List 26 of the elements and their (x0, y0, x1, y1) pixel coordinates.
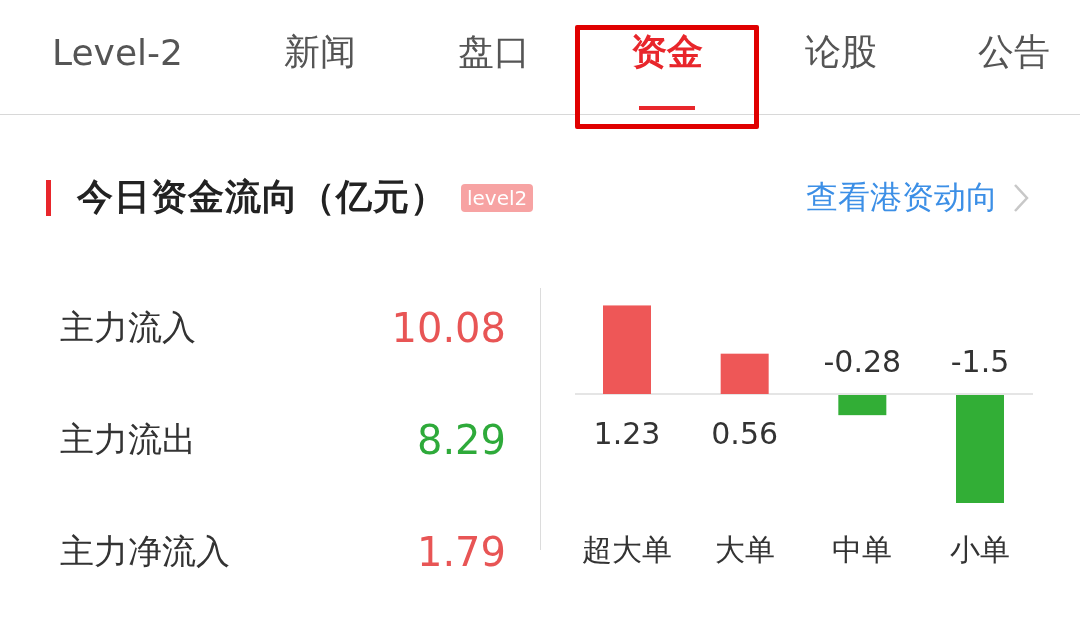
bar-value: -1.5 (950, 344, 1010, 379)
tab[interactable]: Level-2 (46, 31, 189, 73)
level-badge: level2 (461, 183, 534, 212)
accent-bar (46, 179, 51, 216)
tab-indicator (639, 106, 696, 110)
flow-value: 8.29 (416, 417, 506, 463)
tab[interactable]: 公告 (971, 27, 1056, 77)
tab[interactable]: 资金 (625, 27, 710, 77)
category-label: 超大单 (582, 532, 672, 564)
flow-label: 主力流入 (60, 306, 196, 349)
category-label: 小单 (950, 532, 1010, 564)
section-title: 今日资金流向（亿元） (77, 175, 447, 219)
bar-value: 1.23 (593, 416, 661, 451)
tab[interactable]: 论股 (798, 27, 883, 77)
flow-label: 主力净流入 (60, 530, 230, 573)
bar (838, 395, 887, 416)
flow-value: 10.08 (391, 305, 506, 351)
bar-value: -0.28 (823, 344, 902, 379)
category-label: 中单 (832, 532, 893, 564)
category-label: 大单 (714, 532, 775, 564)
bar-value: 0.56 (711, 416, 779, 451)
flow-label: 主力流出 (60, 418, 196, 461)
tab[interactable]: 新闻 (278, 27, 363, 77)
flow-value: 1.79 (416, 529, 506, 575)
tab[interactable]: 盘口 (451, 27, 536, 77)
bar (720, 353, 769, 394)
